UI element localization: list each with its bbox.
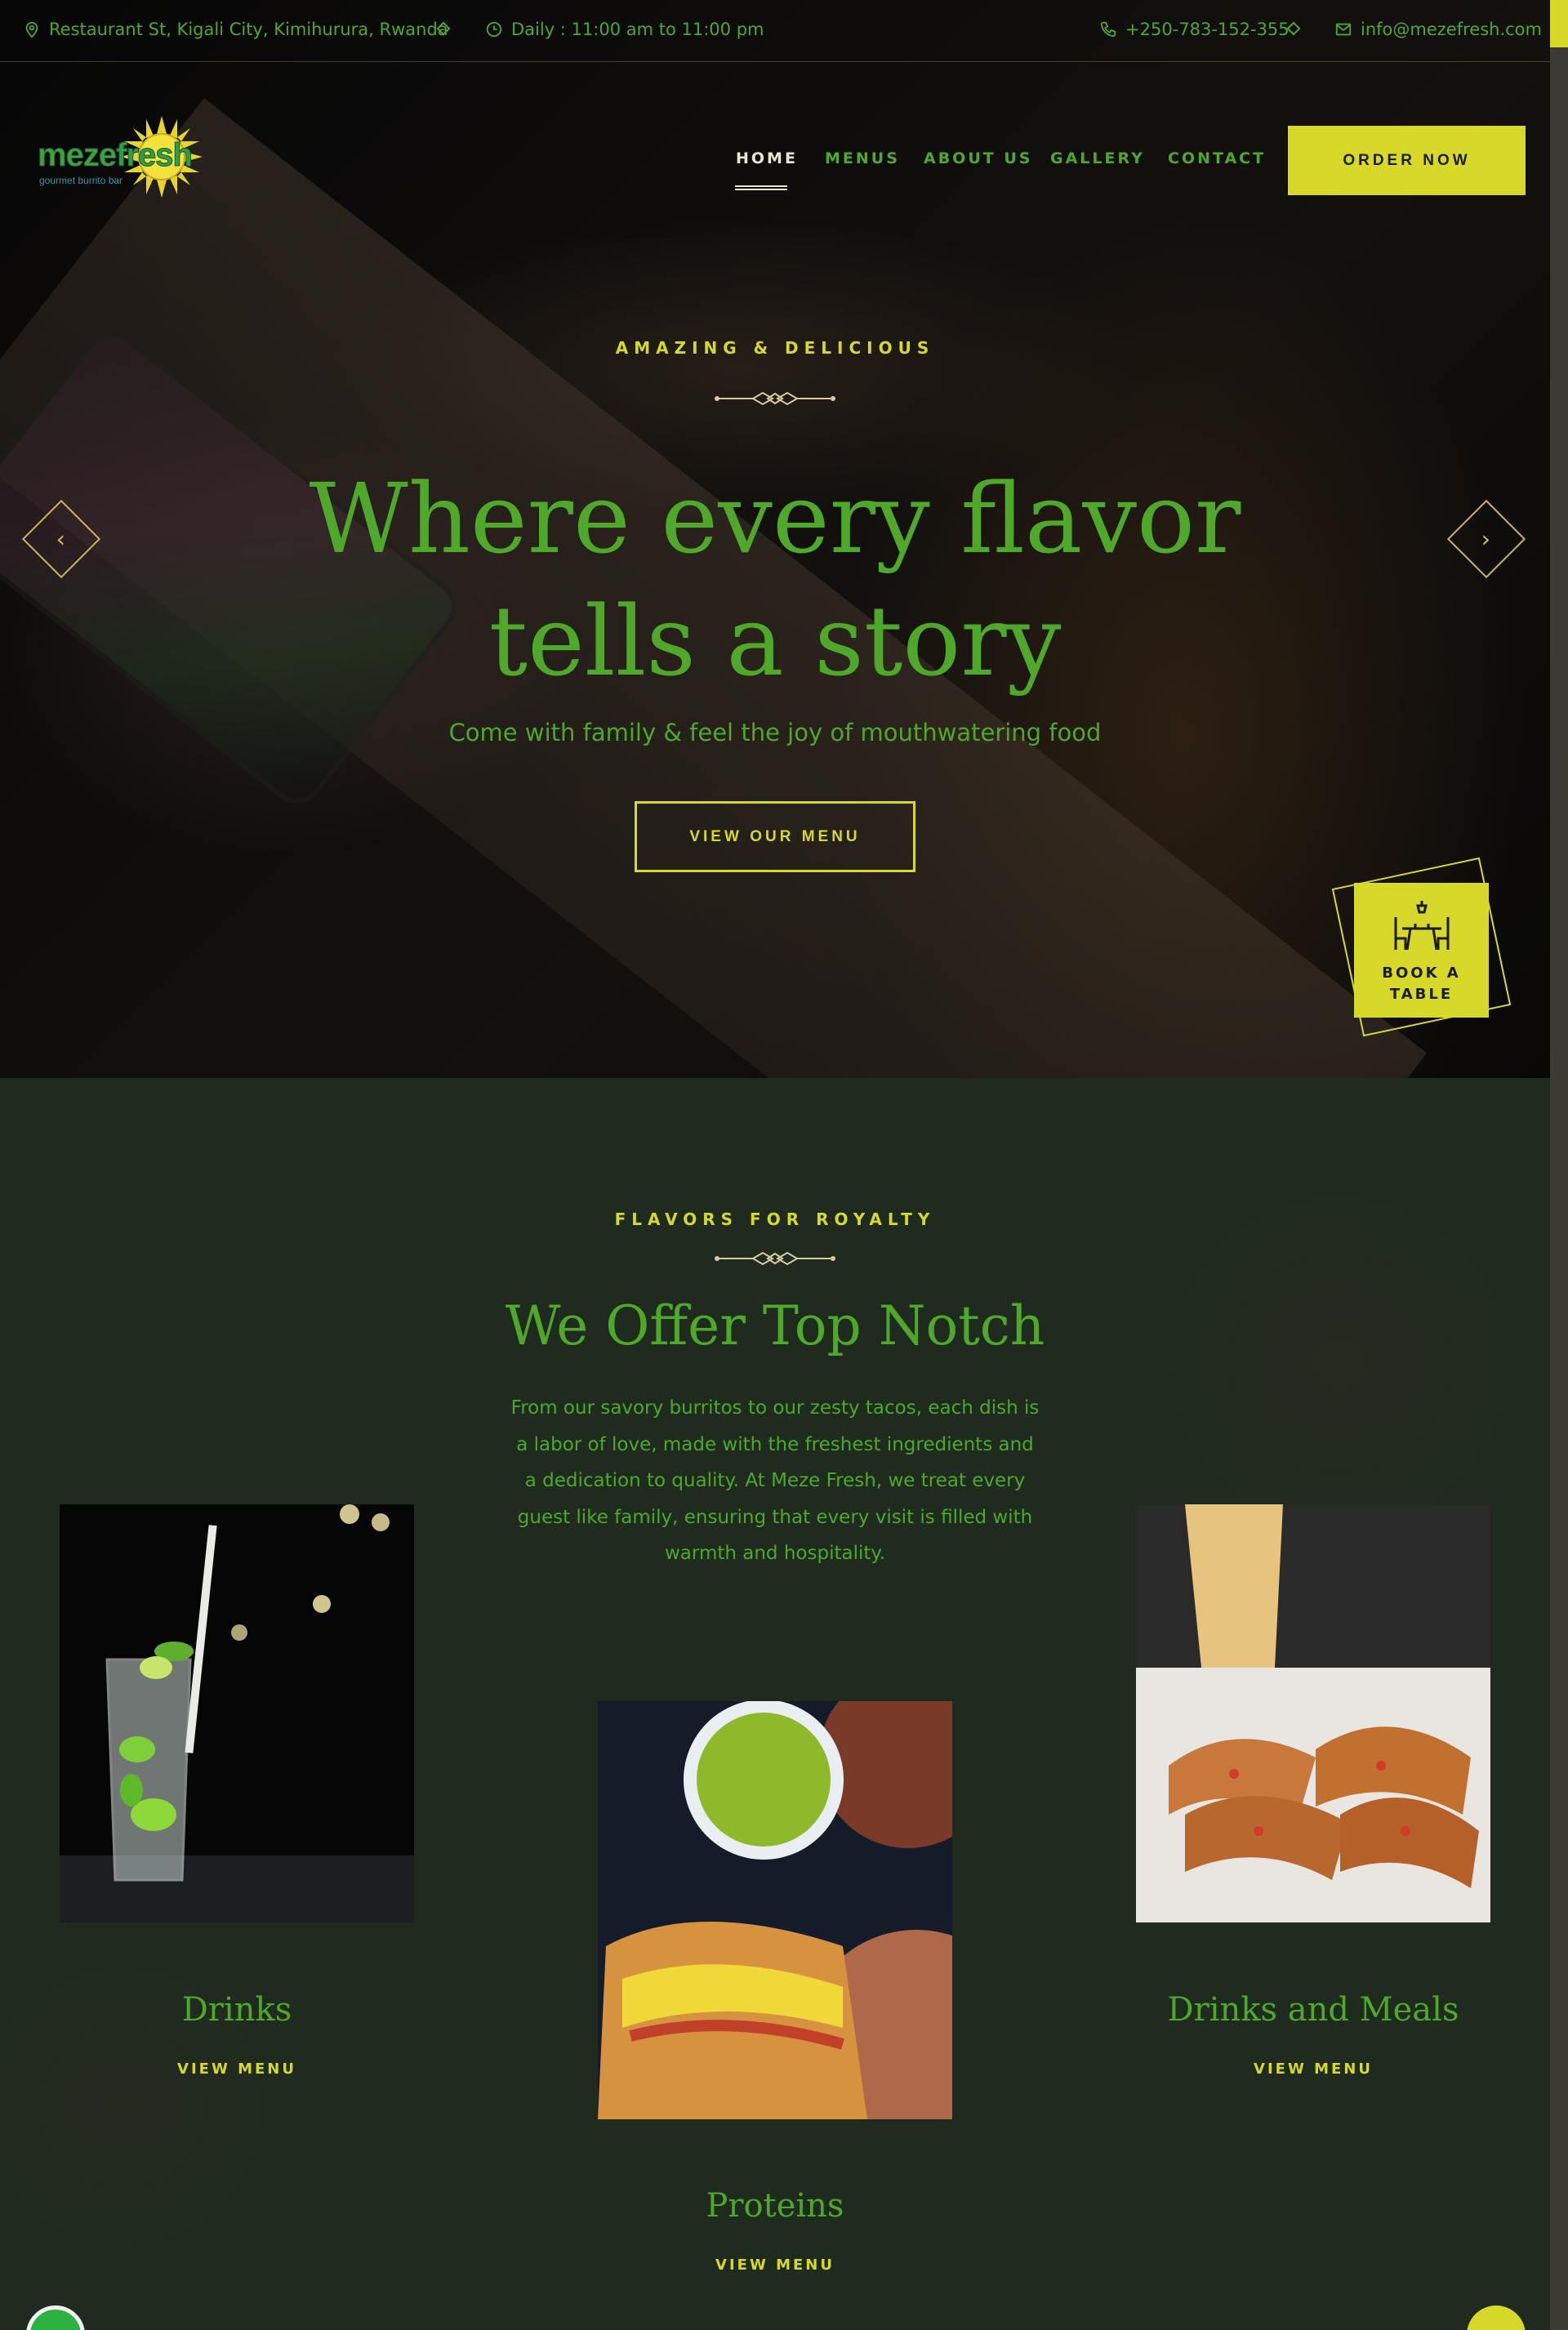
logo-tagline: gourmet burrito bar xyxy=(39,175,123,186)
hero-eyebrow: AMAZING & DELICIOUS xyxy=(615,338,935,358)
ornament-divider-icon xyxy=(715,391,835,406)
nav-active-underline xyxy=(735,185,787,190)
email-text[interactable]: info@mezefresh.com xyxy=(1361,20,1542,39)
card-title-proteins[interactable]: Proteins xyxy=(598,2187,952,2225)
address-text: Restaurant St, Kigali City, Kimihurura, … xyxy=(49,20,448,39)
offer-description: From our savory burritos to our zesty ta… xyxy=(510,1397,1040,1564)
offer-title: We Offer Top Notch xyxy=(505,1294,1045,1357)
site-logo[interactable]: mezefresh gourmet burrito bar xyxy=(37,113,209,203)
hours-text: Daily : 11:00 am to 11:00 pm xyxy=(511,20,764,39)
tacos-smoothie-illustration xyxy=(1136,1504,1490,1922)
logo-wordmark: mezefresh xyxy=(37,137,193,174)
nav-item-menus[interactable]: MENUS xyxy=(825,149,900,167)
address-info: Restaurant St, Kigali City, Kimihurura, … xyxy=(23,20,448,39)
drinks-and-meals-image[interactable] xyxy=(1136,1504,1490,1922)
offer-eyebrow: FLAVORS FOR ROYALTY xyxy=(614,1210,936,1229)
order-now-button[interactable]: ORDER NOW xyxy=(1288,126,1526,195)
book-a-table-button[interactable]: BOOK A TABLE xyxy=(1331,857,1512,1037)
chevron-right-icon: › xyxy=(1481,525,1491,553)
card-link-drinks-and-meals[interactable]: VIEW MENU xyxy=(1136,2060,1490,2078)
clock-icon xyxy=(486,21,502,38)
phone-info[interactable]: +250-783-152-355 xyxy=(1099,20,1290,39)
proteins-image[interactable] xyxy=(598,1701,952,2119)
card-title-drinks[interactable]: Drinks xyxy=(60,1991,414,2029)
card-title-drinks-and-meals[interactable]: Drinks and Meals xyxy=(1136,1991,1490,2029)
nav-item-about-us[interactable]: ABOUT US xyxy=(924,149,1032,167)
email-info[interactable]: info@mezefresh.com xyxy=(1334,20,1542,39)
guacamole-burrito-illustration xyxy=(598,1701,952,2119)
top-info-bar: Restaurant St, Kigali City, Kimihurura, … xyxy=(0,0,1550,62)
nav-item-contact[interactable]: CONTACT xyxy=(1168,149,1266,167)
hero-section: Restaurant St, Kigali City, Kimihurura, … xyxy=(0,0,1550,1078)
ornament-divider-icon xyxy=(715,1251,835,1266)
view-our-menu-button[interactable]: VIEW OUR MENU xyxy=(635,801,915,872)
phone-icon xyxy=(1100,21,1116,38)
card-link-drinks[interactable]: VIEW MENU xyxy=(60,2060,414,2078)
card-link-proteins[interactable]: VIEW MENU xyxy=(598,2256,952,2274)
scrollbar-thumb[interactable] xyxy=(1550,0,1568,47)
hours-info: Daily : 11:00 am to 11:00 pm xyxy=(485,20,764,39)
nav-item-gallery[interactable]: GALLERY xyxy=(1050,149,1145,167)
chevron-left-icon: ‹ xyxy=(56,525,66,553)
dining-table-icon xyxy=(1394,901,1449,951)
location-pin-icon xyxy=(25,21,38,38)
hero-subtitle: Come with family & feel the joy of mouth… xyxy=(448,719,1102,746)
page-scrollbar[interactable] xyxy=(1550,0,1568,2330)
drinks-image[interactable] xyxy=(60,1504,414,1922)
hero-title: Where every flavor tells a story xyxy=(309,462,1241,697)
phone-text[interactable]: +250-783-152-355 xyxy=(1125,20,1290,39)
nav-item-home[interactable]: HOME xyxy=(736,149,798,167)
mojito-glass-illustration xyxy=(60,1504,414,1922)
mail-icon xyxy=(1335,23,1352,36)
